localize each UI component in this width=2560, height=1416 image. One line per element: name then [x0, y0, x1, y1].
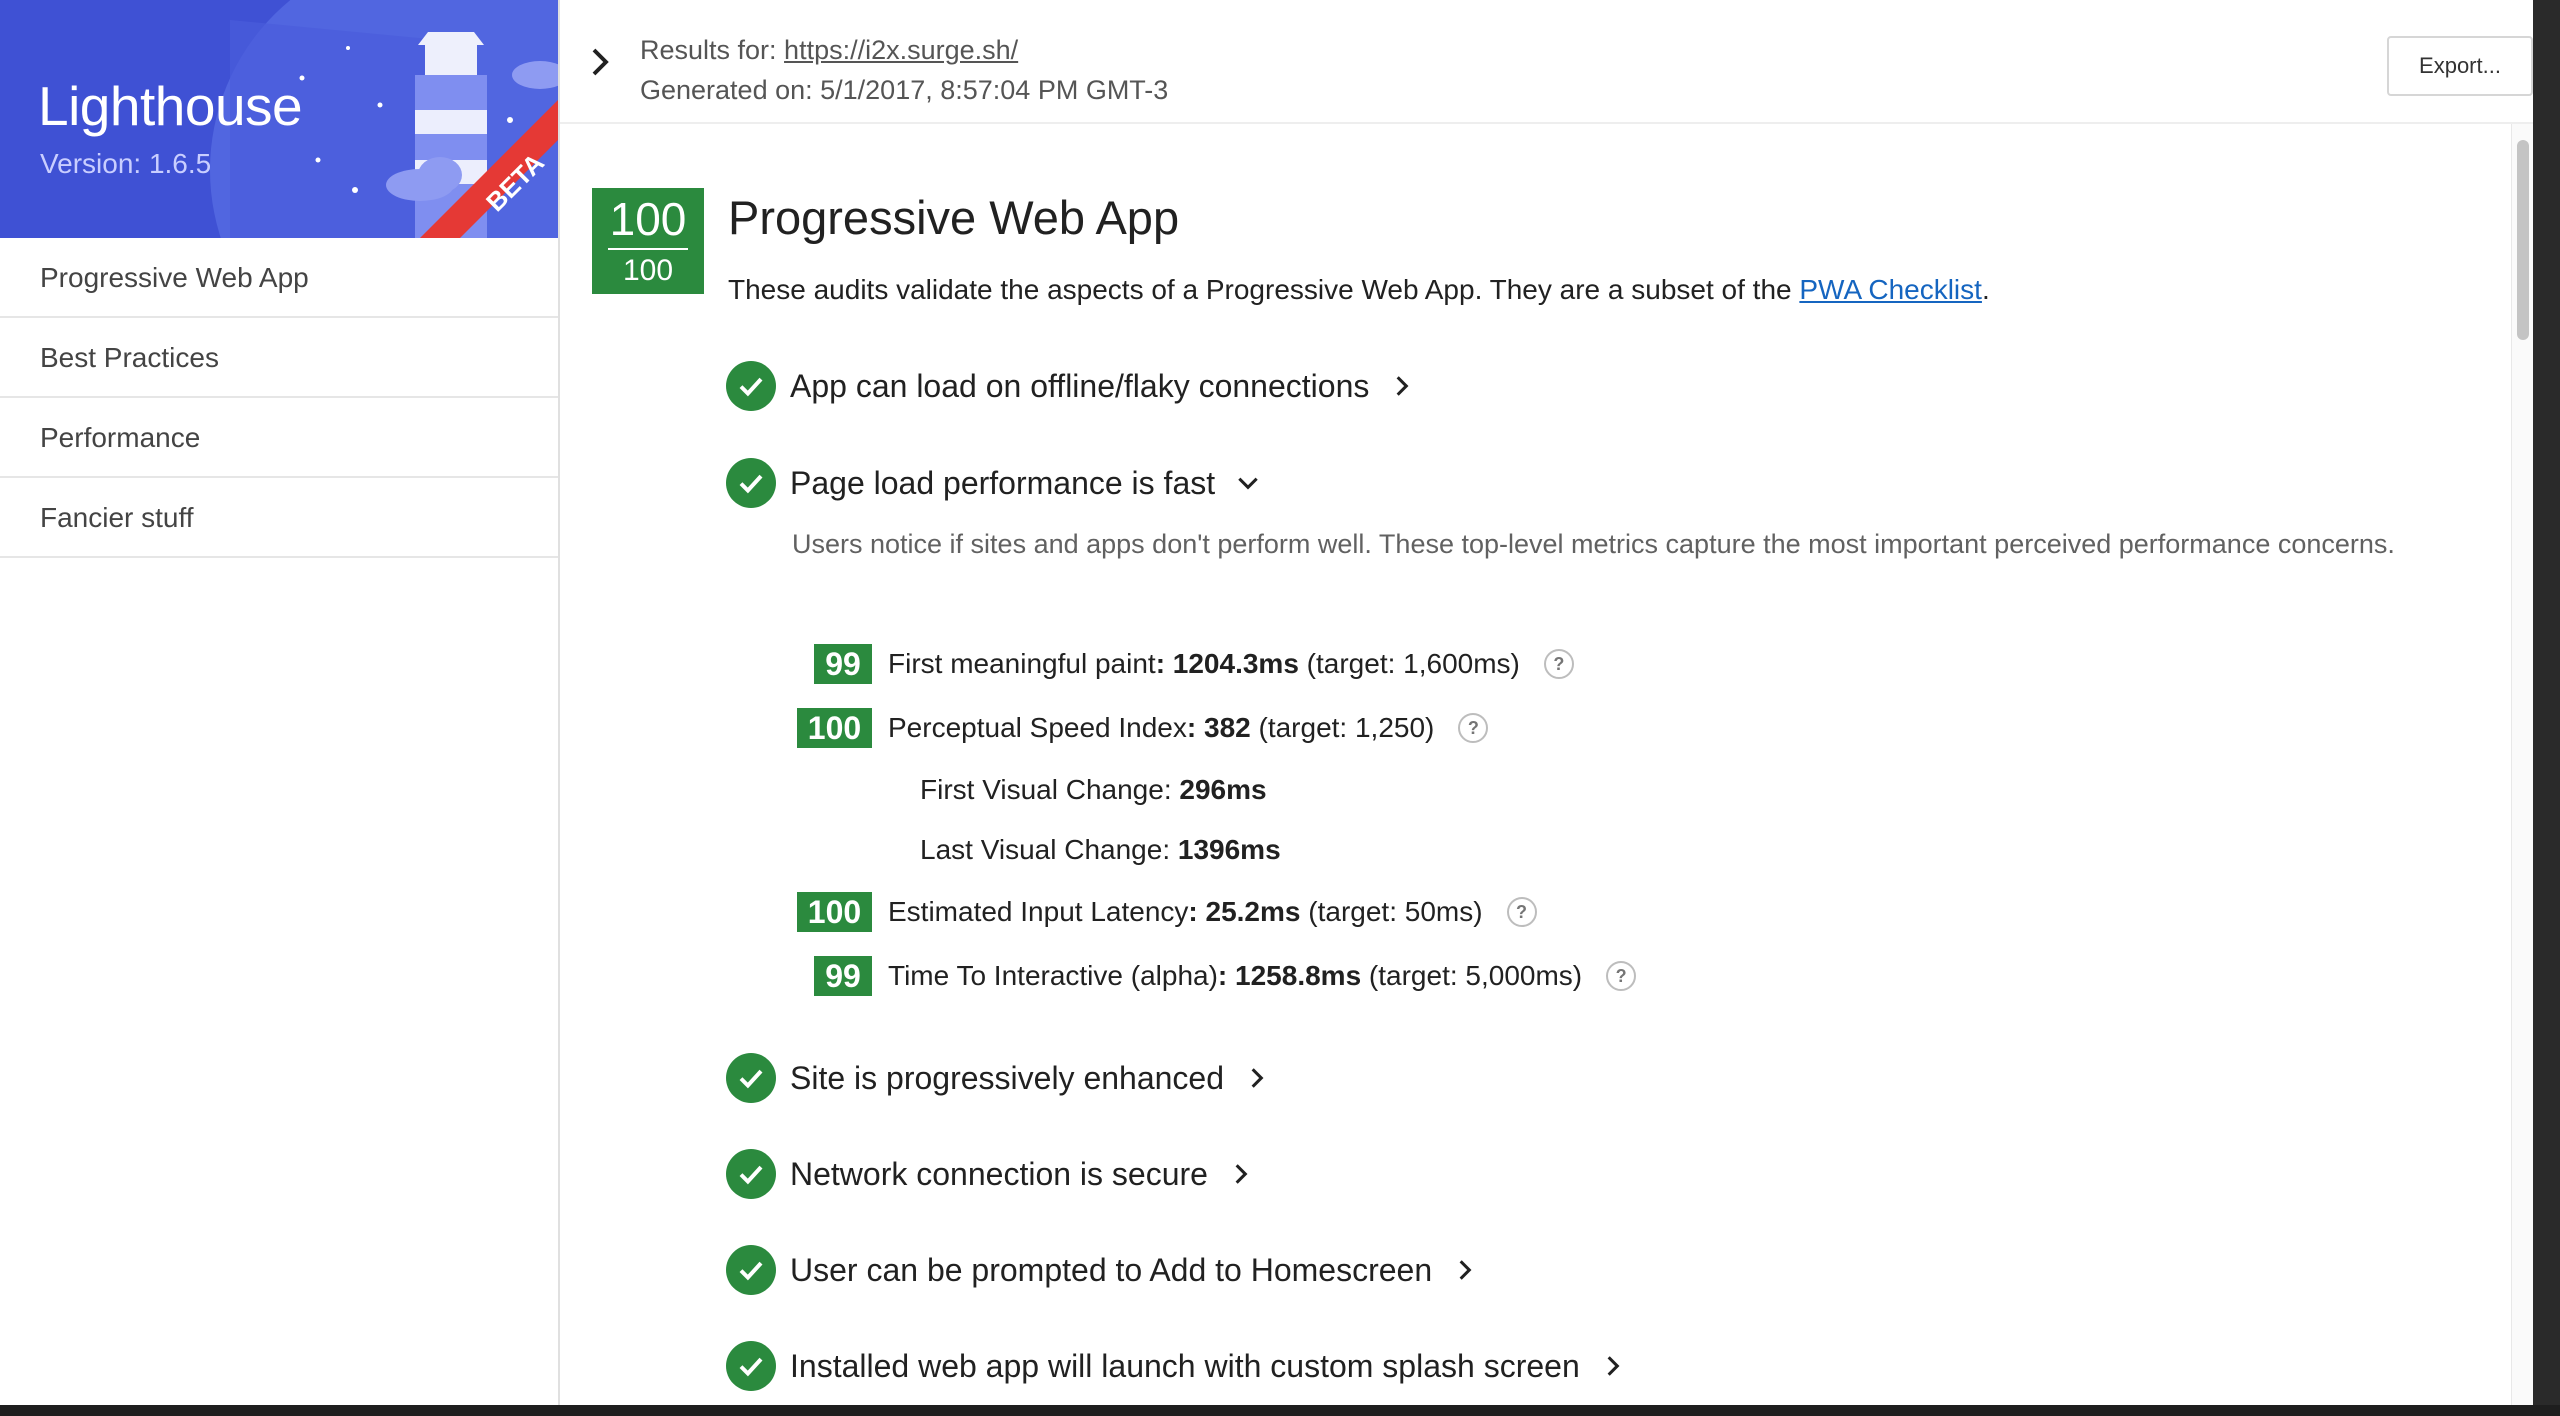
audit-label: Site is progressively enhanced — [790, 1059, 1225, 1096]
vertical-scrollbar[interactable] — [2511, 124, 2533, 1405]
pass-check-icon — [726, 1341, 776, 1391]
pass-check-icon — [726, 1053, 776, 1103]
metric-value: : 1258.8ms — [1217, 960, 1362, 991]
audit-help-text: Users notice if sites and apps don't per… — [792, 529, 2395, 559]
chevron-down-icon[interactable] — [1235, 470, 1261, 496]
results-line: Results for: https://i2x.surge.sh/ — [640, 30, 1168, 70]
section-description: These audits validate the aspects of a P… — [728, 274, 1990, 306]
audit-label: Network connection is secure — [790, 1155, 1208, 1192]
chevron-right-icon[interactable] — [1452, 1257, 1478, 1283]
chevron-right-icon[interactable] — [1244, 1065, 1270, 1091]
metric-text: Perceptual Speed Index: 382 (target: 1,2… — [888, 712, 1434, 744]
metric-score: 99 — [814, 644, 872, 684]
app-version: Version: 1.6.5 — [40, 148, 212, 179]
metric-target: (target: 1,600ms) — [1298, 648, 1520, 679]
audit-page-load-fast[interactable]: Page load performance is fast — [726, 457, 1261, 509]
metric-value: : 382 — [1186, 712, 1251, 743]
sub-metric-last-visual-change: Last Visual Change: 1396ms — [920, 834, 1281, 866]
generated-timestamp: Generated on: 5/1/2017, 8:57:04 PM GMT-3 — [640, 75, 1169, 105]
metric-target: (target: 1,250) — [1250, 712, 1435, 743]
lighthouse-banner: BETA Lighthouse Version: 1.6.5 — [0, 0, 558, 238]
metric-name: Perceptual Speed Index — [888, 712, 1187, 743]
metric-target: (target: 50ms) — [1300, 896, 1483, 927]
chevron-right-icon[interactable] — [1600, 1353, 1626, 1379]
metric-perceptual-speed-index: 100 Perceptual Speed Index: 382 (target:… — [560, 706, 1489, 750]
report-content: 100 100 Progressive Web App These audits… — [560, 124, 2533, 1405]
audit-label: App can load on offline/flaky connection… — [790, 367, 1370, 404]
sidebar-nav: Progressive Web App Best Practices Perfo… — [0, 238, 558, 558]
audit-add-to-homescreen[interactable]: User can be prompted to Add to Homescree… — [726, 1244, 1478, 1296]
metric-time-to-interactive: 99 Time To Interactive (alpha): 1258.8ms… — [560, 954, 1637, 998]
results-prefix: Results for: — [640, 35, 785, 65]
pass-check-icon — [726, 361, 776, 411]
metric-first-meaningful-paint: 99 First meaningful paint: 1204.3ms (tar… — [560, 642, 1574, 686]
results-url-link[interactable]: https://i2x.surge.sh/ — [784, 35, 1018, 65]
metric-score: 99 — [814, 956, 872, 996]
audit-connection-secure[interactable]: Network connection is secure — [726, 1148, 1254, 1200]
sidebar: BETA Lighthouse Version: 1.6.5 Progressi… — [0, 0, 560, 1405]
metric-text: Time To Interactive (alpha): 1258.8ms (t… — [888, 960, 1582, 992]
pass-check-icon — [726, 458, 776, 508]
category-score-max: 100 — [622, 254, 674, 287]
metric-estimated-input-latency: 100 Estimated Input Latency: 25.2ms (tar… — [560, 890, 1537, 934]
sidebar-item-fancier-stuff[interactable]: Fancier stuff — [0, 478, 558, 558]
audit-label: Installed web app will launch with custo… — [790, 1347, 1580, 1384]
sub-metric-name: First Visual Change: — [920, 774, 1180, 805]
metric-name: Time To Interactive (alpha) — [888, 960, 1218, 991]
metric-score: 100 — [797, 708, 872, 748]
audit-label: User can be prompted to Add to Homescree… — [790, 1251, 1433, 1288]
sub-metric-name: Last Visual Change: — [920, 834, 1178, 865]
metric-score: 100 — [797, 892, 872, 932]
help-icon[interactable]: ? — [1543, 649, 1574, 679]
audit-label: Page load performance is fast — [790, 464, 1216, 501]
scrollbar-thumb[interactable] — [2517, 140, 2529, 340]
metric-name: First meaningful paint — [888, 648, 1156, 679]
pwa-checklist-link[interactable]: PWA Checklist — [1799, 274, 1982, 305]
chevron-right-icon[interactable] — [1228, 1161, 1254, 1187]
metric-value: : 1204.3ms — [1155, 648, 1299, 679]
metric-text: First meaningful paint: 1204.3ms (target… — [888, 648, 1520, 680]
help-icon[interactable]: ? — [1458, 713, 1489, 743]
audit-splash-screen[interactable]: Installed web app will launch with custo… — [726, 1340, 1626, 1392]
help-icon[interactable]: ? — [1606, 961, 1637, 991]
report-window: BETA Lighthouse Version: 1.6.5 Progressi… — [0, 0, 2533, 1405]
metric-value: : 25.2ms — [1188, 896, 1301, 927]
pass-check-icon — [726, 1149, 776, 1199]
metric-target: (target: 5,000ms) — [1361, 960, 1583, 991]
export-button[interactable]: Export... — [2387, 36, 2533, 96]
desktop-background — [0, 1405, 2560, 1416]
report-meta: Results for: https://i2x.surge.sh/ Gener… — [640, 30, 1168, 110]
audit-offline[interactable]: App can load on offline/flaky connection… — [726, 360, 1415, 412]
sidebar-item-performance[interactable]: Performance — [0, 398, 558, 478]
chevron-right-icon[interactable] — [1389, 373, 1415, 399]
sidebar-item-best-practices[interactable]: Best Practices — [0, 318, 558, 398]
category-score-badge: 100 100 — [592, 188, 704, 294]
sub-metric-value: 296ms — [1179, 774, 1267, 805]
help-icon[interactable]: ? — [1506, 897, 1537, 927]
section-description-end: . — [1981, 274, 1990, 305]
sidebar-item-progressive-web-app[interactable]: Progressive Web App — [0, 238, 558, 318]
sub-metric-value: 1396ms — [1177, 834, 1281, 865]
section-title: Progressive Web App — [728, 191, 1180, 244]
chevron-right-icon[interactable] — [582, 44, 618, 80]
metric-name: Estimated Input Latency — [888, 896, 1189, 927]
sub-metric-first-visual-change: First Visual Change: 296ms — [920, 774, 1267, 806]
section-description-text: These audits validate the aspects of a P… — [728, 274, 1800, 305]
report-header: Results for: https://i2x.surge.sh/ Gener… — [560, 0, 2533, 124]
metric-text: Estimated Input Latency: 25.2ms (target:… — [888, 896, 1483, 928]
audit-progressively-enhanced[interactable]: Site is progressively enhanced — [726, 1052, 1270, 1104]
category-score: 100 — [609, 193, 687, 245]
app-title: Lighthouse — [38, 75, 303, 137]
pass-check-icon — [726, 1245, 776, 1295]
